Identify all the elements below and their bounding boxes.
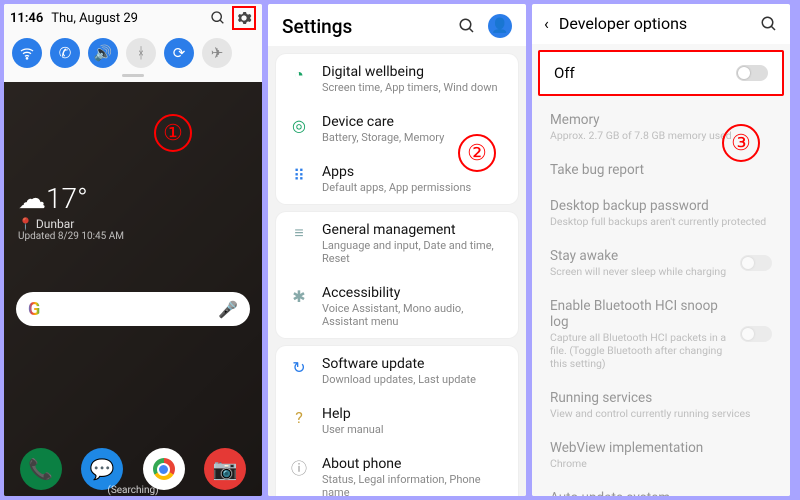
dock-messages[interactable]: 💬 (81, 448, 123, 490)
settings-row[interactable]: ↻ Software updateDownload updates, Last u… (276, 346, 518, 396)
quick-settings-panel: 11:46 Thu, August 29 ✆ 🔊 ᚼ (4, 4, 262, 82)
quick-toggles-row: ✆ 🔊 ᚼ ⟳ ✈ (4, 32, 262, 72)
network-searching: (Searching) (4, 485, 262, 496)
dev-options-header: ‹ Developer options (532, 4, 790, 43)
home-screen-dimmed: ☁17° 📍 Dunbar Updated 8/29 10:45 AM G 🎤 … (4, 82, 262, 496)
row-subtitle: Status, Legal information, Phone name (322, 473, 506, 496)
row-icon: ≡ (288, 222, 310, 244)
row-subtitle: Chrome (550, 457, 772, 470)
dock-camera[interactable]: 📷 (204, 448, 246, 490)
row-title: Take bug report (550, 162, 772, 178)
settings-row[interactable]: ◔ Digital wellbeingScreen time, App timer… (276, 54, 518, 104)
row-title: Desktop backup password (550, 198, 772, 214)
row-title: Software update (322, 356, 476, 372)
weather-temp: 17° (46, 182, 88, 215)
row-title: Stay awake (550, 248, 726, 264)
row-subtitle: Voice Assistant, Mono audio, Assistant m… (322, 302, 506, 328)
row-icon: ⓘ (288, 456, 310, 478)
row-title: Apps (322, 164, 471, 180)
row-title: Accessibility (322, 285, 506, 301)
weather-widget[interactable]: ☁17° 📍 Dunbar Updated 8/29 10:45 AM (18, 182, 124, 242)
master-toggle-label: Off (554, 64, 575, 82)
settings-row[interactable]: ? HelpUser manual (276, 396, 518, 446)
row-icon: ? (288, 406, 310, 428)
toggle-sound[interactable]: 🔊 (88, 38, 118, 68)
row-title: Digital wellbeing (322, 64, 498, 80)
row-subtitle: Screen time, App timers, Wind down (322, 81, 498, 94)
toggle-airplane[interactable]: ✈ (202, 38, 232, 68)
row-title: Auto update system (550, 490, 730, 496)
toggle-switch[interactable] (736, 65, 768, 81)
settings-row[interactable]: ⓘ About phoneStatus, Legal information, P… (276, 446, 518, 496)
row-title: WebView implementation (550, 440, 772, 456)
dev-option-row[interactable]: Enable Bluetooth HCI snoop logCapture al… (532, 288, 790, 380)
toggle-switch[interactable] (740, 255, 772, 271)
row-icon: ✱ (288, 285, 310, 307)
row-subtitle: Language and input, Date and time, Reset (322, 239, 506, 265)
settings-gear-highlight (232, 6, 256, 30)
dev-option-row[interactable]: WebView implementationChrome (532, 430, 790, 480)
drag-handle[interactable] (122, 74, 144, 77)
weather-icon: ☁ (18, 182, 46, 215)
panel-developer-options: ‹ Developer options Off MemoryApprox. 2.… (532, 4, 790, 496)
row-title: General management (322, 222, 506, 238)
settings-header: Settings 👤 (268, 4, 526, 49)
dev-option-row[interactable]: Desktop backup passwordDesktop full back… (532, 188, 790, 238)
master-toggle-row[interactable]: Off (538, 50, 784, 96)
row-icon: ◎ (288, 114, 310, 136)
row-subtitle: Desktop full backups aren't currently pr… (550, 215, 772, 228)
toggle-switch[interactable] (740, 326, 772, 342)
row-title: Running services (550, 390, 772, 406)
status-date: Thu, August 29 (43, 11, 210, 26)
settings-row[interactable]: ✱ AccessibilityVoice Assistant, Mono audi… (276, 275, 518, 338)
step-badge-1: ① (154, 114, 192, 152)
row-title: About phone (322, 456, 506, 472)
step-badge-2: ② (458, 134, 496, 172)
row-subtitle: Battery, Storage, Memory (322, 131, 444, 144)
mic-icon[interactable]: 🎤 (218, 300, 238, 319)
google-logo: G (28, 299, 40, 320)
search-icon[interactable] (760, 15, 778, 33)
row-icon: ◔ (288, 64, 310, 86)
settings-row[interactable]: ≡ General managementLanguage and input, D… (276, 212, 518, 275)
panel-settings-list: Settings 👤 ◔ Digital wellbeingScreen time… (268, 4, 526, 496)
back-icon[interactable]: ‹ (544, 14, 549, 33)
row-subtitle: User manual (322, 423, 384, 436)
row-title: Enable Bluetooth HCI snoop log (550, 298, 730, 330)
gear-icon[interactable] (236, 10, 252, 26)
dev-option-row[interactable]: Stay awakeScreen will never sleep while … (532, 238, 790, 288)
search-icon[interactable] (458, 17, 476, 35)
google-search-bar[interactable]: G 🎤 (16, 292, 250, 326)
toggle-bluetooth[interactable]: ᚼ (126, 38, 156, 68)
weather-location: Dunbar (36, 217, 74, 231)
toggle-phone[interactable]: ✆ (50, 38, 80, 68)
dock-phone[interactable]: 📞 (20, 448, 62, 490)
dev-option-row[interactable]: Auto update systemApply updates when the… (532, 480, 790, 496)
row-title: Device care (322, 114, 444, 130)
row-subtitle: View and control currently running servi… (550, 407, 772, 420)
status-time: 11:46 (10, 11, 43, 26)
row-icon: ↻ (288, 356, 310, 378)
dev-options-list-disabled: MemoryApprox. 2.7 GB of 7.8 GB memory us… (532, 102, 790, 496)
page-title: Settings (282, 15, 352, 38)
row-subtitle: Screen will never sleep while charging (550, 265, 726, 278)
toggle-sync[interactable]: ⟳ (164, 38, 194, 68)
panel-notification-shade: 11:46 Thu, August 29 ✆ 🔊 ᚼ (4, 4, 262, 496)
row-subtitle: Capture all Bluetooth HCI packets in a f… (550, 331, 730, 370)
dev-option-row[interactable]: Running servicesView and control current… (532, 380, 790, 430)
account-avatar[interactable]: 👤 (488, 14, 512, 38)
search-icon[interactable] (210, 10, 226, 26)
row-subtitle: Download updates, Last update (322, 373, 476, 386)
row-subtitle: Default apps, App permissions (322, 181, 471, 194)
step-badge-3: ③ (722, 124, 760, 162)
dock: 📞 💬 📷 (4, 448, 262, 490)
toggle-wifi[interactable] (12, 38, 42, 68)
row-icon: ⠿ (288, 164, 310, 186)
page-title: Developer options (559, 14, 750, 33)
row-title: Help (322, 406, 384, 422)
dock-chrome[interactable] (143, 448, 185, 490)
weather-updated: Updated 8/29 10:45 AM (18, 231, 124, 242)
